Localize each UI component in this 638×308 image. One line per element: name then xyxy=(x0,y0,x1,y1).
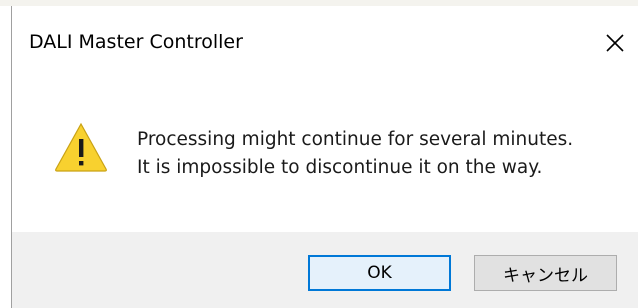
dialog-content: Processing might continue for several mi… xyxy=(12,74,638,232)
cancel-button[interactable]: キャンセル xyxy=(474,255,617,291)
close-button[interactable] xyxy=(592,20,638,66)
ok-button[interactable]: OK xyxy=(308,255,451,291)
message-line-1: Processing might continue for several mi… xyxy=(137,129,574,150)
title-bar: DALI Master Controller xyxy=(12,6,638,74)
warning-icon xyxy=(55,122,107,172)
button-bar: OK キャンセル xyxy=(12,232,638,308)
close-icon xyxy=(606,34,624,52)
message-text: Processing might continue for several mi… xyxy=(137,126,573,182)
message-line-2: It is impossible to discontinue it on th… xyxy=(137,157,543,178)
window-title: DALI Master Controller xyxy=(29,31,243,53)
message-dialog: DALI Master Controller Processing might … xyxy=(11,6,638,308)
